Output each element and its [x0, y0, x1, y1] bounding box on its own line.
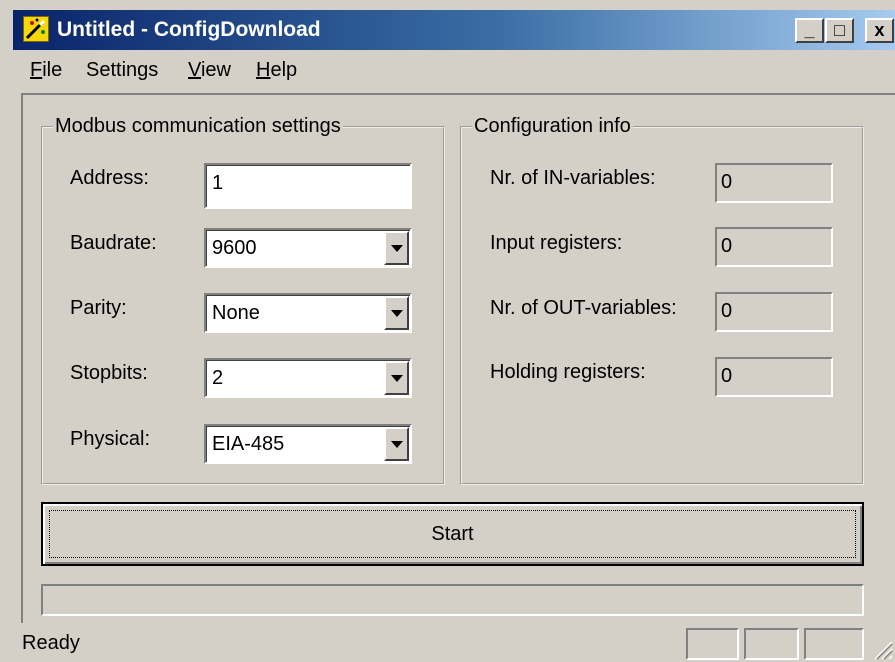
maximize-button[interactable]: □ [825, 18, 854, 43]
chevron-down-icon[interactable] [384, 427, 409, 461]
client-area: Modbus communication settings Address: 1… [21, 93, 895, 623]
address-input[interactable]: 1 [204, 163, 412, 209]
wand-icon[interactable] [23, 16, 49, 42]
menu-file-label: ile [42, 59, 63, 81]
start-button[interactable]: Start [41, 502, 864, 566]
holding-registers-value: 0 [715, 357, 833, 397]
in-variables-value: 0 [715, 163, 833, 203]
parity-select[interactable]: None [204, 293, 412, 333]
close-button[interactable]: x [865, 18, 894, 43]
out-variables-value: 0 [715, 292, 833, 332]
input-registers-label: Input registers: [490, 232, 623, 254]
parity-label: Parity: [70, 297, 127, 319]
start-button-label: Start [431, 523, 474, 545]
menu-settings[interactable]: Settings [86, 59, 158, 82]
input-registers-value: 0 [715, 227, 833, 267]
menu-file-accel: F [30, 59, 43, 81]
window-title: Untitled - ConfigDownload [57, 18, 321, 41]
stopbits-value: 2 [212, 367, 224, 389]
physical-select[interactable]: EIA-485 [204, 424, 412, 464]
physical-label: Physical: [70, 428, 151, 450]
chevron-down-icon[interactable] [384, 361, 409, 395]
chevron-down-icon[interactable] [384, 231, 409, 265]
menu-bar: File Settings View Help [13, 50, 895, 88]
stopbits-label: Stopbits: [70, 362, 148, 384]
status-bar: Ready [13, 622, 895, 662]
status-panel-1 [686, 628, 739, 660]
stopbits-select[interactable]: 2 [204, 358, 412, 398]
progress-bar [41, 584, 864, 616]
menu-view[interactable]: View [188, 59, 231, 82]
menu-view-label: iew [200, 59, 231, 81]
modbus-settings-legend: Modbus communication settings [55, 115, 341, 137]
menu-help-accel: H [256, 59, 271, 81]
baudrate-label: Baudrate: [70, 232, 157, 254]
chevron-down-icon[interactable] [384, 296, 409, 330]
address-label: Address: [70, 167, 149, 189]
menu-help-label: elp [270, 59, 298, 81]
status-text: Ready [22, 632, 80, 654]
baudrate-value: 9600 [212, 237, 257, 259]
baudrate-select[interactable]: 9600 [204, 228, 412, 268]
status-panel-2 [744, 628, 799, 660]
menu-help[interactable]: Help [256, 59, 297, 82]
in-variables-label: Nr. of IN-variables: [490, 167, 656, 189]
title-bar[interactable]: Untitled - ConfigDownload _ □ x [13, 10, 895, 50]
menu-view-accel: V [188, 59, 201, 81]
menu-file[interactable]: File [30, 59, 62, 82]
physical-value: EIA-485 [212, 433, 285, 455]
holding-registers-label: Holding registers: [490, 361, 646, 383]
size-grip-icon[interactable] [871, 638, 893, 660]
minimize-button[interactable]: _ [795, 18, 824, 43]
configuration-info-legend: Configuration info [474, 115, 631, 137]
status-panel-3 [804, 628, 864, 660]
parity-value: None [212, 302, 260, 324]
out-variables-label: Nr. of OUT-variables: [490, 297, 677, 319]
